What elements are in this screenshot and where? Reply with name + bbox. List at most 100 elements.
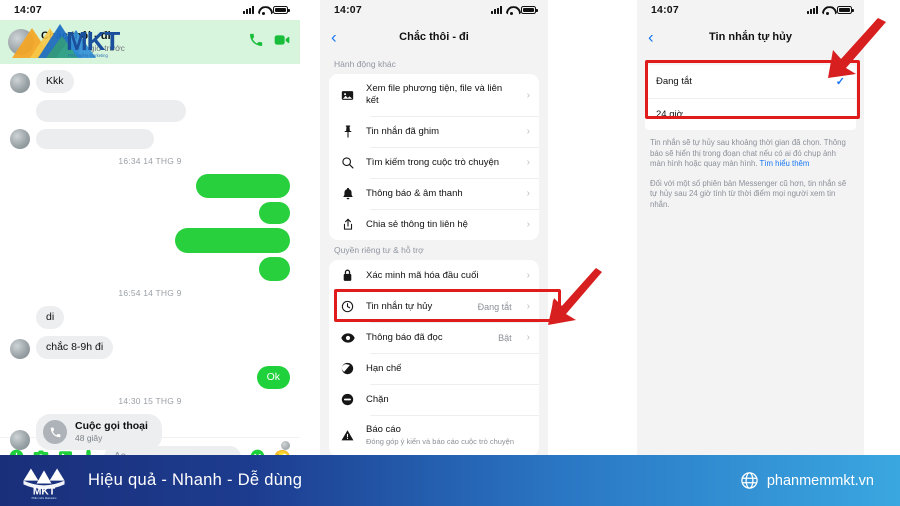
settings-item-pinned-messages[interactable]: Tin nhắn đã ghim › <box>329 116 539 147</box>
battery-icon <box>521 5 538 15</box>
settings-item-search-conversation[interactable]: Tìm kiếm trong cuộc trò chuyện › <box>329 147 539 178</box>
banner-slogan: Hiệu quả - Nhanh - Dễ dùng <box>88 471 303 489</box>
eye-icon <box>340 332 355 344</box>
avatar <box>10 129 30 149</box>
chevron-right-icon: › <box>526 332 530 343</box>
vanish-description-2: Đối với một số phiên bản Messenger cũ hơ… <box>650 178 847 209</box>
chevron-left-icon[interactable]: ‹ <box>331 29 337 46</box>
signal-icon <box>491 6 502 15</box>
red-arrow-middle <box>548 268 602 325</box>
avatar <box>8 29 34 55</box>
settings-item-restrict[interactable]: Hạn chế <box>329 353 539 384</box>
status-time: 14:07 <box>14 4 42 16</box>
settings-item-label: Thông báo đã đọc <box>366 331 443 343</box>
warning-icon <box>340 429 355 442</box>
chevron-right-icon: › <box>526 89 530 101</box>
message-bubble-blurred <box>36 100 186 122</box>
status-bar-mid: 14:07 <box>320 0 548 20</box>
settings-card-other-actions: Xem file phương tiện, file và liên kết ›… <box>329 74 539 240</box>
chat-message-list[interactable]: Kkk 16:34 14 THG 9 16:54 14 THG 9 di chắ… <box>0 64 300 450</box>
message-row: di <box>10 306 290 329</box>
call-title: Cuộc gọi thoại <box>75 420 148 432</box>
settings-item-view-media[interactable]: Xem file phương tiện, file và liên kết › <box>329 74 539 116</box>
settings-item-read-receipts[interactable]: Thông báo đã đọc Bật › <box>329 322 539 353</box>
chevron-right-icon: › <box>526 219 530 230</box>
settings-nav-bar: ‹ Chắc thôi - đi <box>320 20 548 54</box>
section-label-privacy-support: Quyền riêng tư & hỗ trợ <box>334 245 424 255</box>
phone-panel-chat: 14:07 Chắc thôi - đi Hoạt động 3 giờ trư… <box>0 0 300 455</box>
settings-item-label: Báo cáo Đóng góp ý kiến và báo cáo cuộc … <box>366 424 530 447</box>
banner-website[interactable]: phanmemmkt.vn <box>740 471 874 490</box>
globe-icon <box>741 472 758 489</box>
settings-item-label: Thông báo & âm thanh <box>366 187 463 199</box>
message-row: Kkk <box>10 70 290 93</box>
settings-item-label: Xem file phương tiện, file và liên kết <box>366 83 503 106</box>
settings-item-block[interactable]: Chặn <box>329 384 539 415</box>
chat-activity-status: Hoạt động 3 giờ trước <box>41 43 125 53</box>
pin-icon <box>340 125 355 138</box>
message-bubble-incoming: Kkk <box>36 70 74 93</box>
red-arrow-right <box>828 18 886 78</box>
settings-item-value: Bật <box>498 332 512 343</box>
message-bubble-blurred <box>36 129 154 149</box>
website-url: phanmemmkt.vn <box>766 472 874 489</box>
chat-header[interactable]: Chắc thôi - đi Hoạt động 3 giờ trước <box>0 20 300 64</box>
status-icons <box>491 5 538 15</box>
settings-item-sublabel: Đóng góp ý kiến và báo cáo cuộc trò chuy… <box>366 437 515 446</box>
bottom-banner: MKT Phần mềm Marketing Hiệu quả - Nhanh … <box>0 455 900 506</box>
status-icons <box>807 5 854 15</box>
video-camera-icon[interactable] <box>274 33 290 52</box>
battery-icon <box>273 5 290 15</box>
message-blob <box>175 228 290 253</box>
chevron-right-icon: › <box>526 126 530 137</box>
chevron-right-icon: › <box>526 188 530 199</box>
restrict-icon <box>340 362 355 375</box>
lock-icon <box>340 269 355 282</box>
bell-icon <box>340 187 355 200</box>
wifi-icon <box>258 6 269 15</box>
message-blob <box>259 202 290 224</box>
chat-title-block: Chắc thôi - đi Hoạt động 3 giờ trước <box>41 30 242 54</box>
learn-more-link[interactable]: Tìm hiểu thêm <box>760 159 810 168</box>
seen-indicator <box>281 441 290 450</box>
call-duration: 48 giây <box>75 433 103 443</box>
highlight-box-vanish-setting <box>334 289 561 322</box>
mkt-banner-logo: MKT Phần mềm Marketing <box>23 468 65 499</box>
message-timestamp: 16:34 14 THG 9 <box>118 156 182 166</box>
settings-item-notifications-sounds[interactable]: Thông báo & âm thanh › <box>329 178 539 209</box>
message-timestamp: 14:30 15 THG 9 <box>118 396 182 406</box>
message-blob <box>196 174 290 198</box>
settings-item-label: Hạn chế <box>366 362 402 374</box>
phone-icon[interactable] <box>249 33 263 52</box>
vanish-description-text: Tin nhắn sẽ tự hủy sau khoảng thời gian … <box>650 138 846 168</box>
settings-item-label: Chặn <box>366 393 389 405</box>
search-icon <box>340 156 355 169</box>
settings-item-encryption[interactable]: Xác minh mã hóa đầu cuối › <box>329 260 539 291</box>
vanish-description-1: Tin nhắn sẽ tự hủy sau khoảng thời gian … <box>637 130 864 170</box>
signal-icon <box>243 6 254 15</box>
settings-item-label: Xác minh mã hóa đầu cuối <box>366 269 479 281</box>
status-time: 14:07 <box>334 4 362 16</box>
settings-item-label: Chia sẻ thông tin liên hệ <box>366 218 468 230</box>
settings-item-share-contact[interactable]: Chia sẻ thông tin liên hệ › <box>329 209 539 240</box>
voice-call-card[interactable]: Cuộc gọi thoại 48 giây <box>36 414 162 450</box>
status-bar-left: 14:07 <box>0 0 300 20</box>
status-bar-right: 14:07 <box>637 0 864 20</box>
settings-item-label: Tin nhắn đã ghim <box>366 125 440 137</box>
message-row-call[interactable]: Cuộc gọi thoại 48 giây <box>10 414 290 450</box>
block-icon <box>340 393 355 406</box>
wifi-icon <box>506 6 517 15</box>
message-bubble-group-outgoing <box>10 174 290 281</box>
chat-header-actions <box>249 33 290 52</box>
phone-panel-settings: 14:07 ‹ Chắc thôi - đi Hành động khác Xe… <box>320 0 548 455</box>
chevron-left-icon[interactable]: ‹ <box>648 29 654 46</box>
avatar <box>10 339 30 359</box>
message-row <box>10 129 290 149</box>
chevron-right-icon: › <box>526 157 530 168</box>
status-icons <box>243 5 290 15</box>
settings-item-label: Tìm kiếm trong cuộc trò chuyện <box>366 156 500 168</box>
settings-item-report[interactable]: Báo cáo Đóng góp ý kiến và báo cáo cuộc … <box>329 415 539 455</box>
chevron-right-icon: › <box>526 270 530 281</box>
message-row: chắc 8-9h đi <box>10 336 290 359</box>
message-timestamp: 16:54 14 THG 9 <box>118 288 182 298</box>
